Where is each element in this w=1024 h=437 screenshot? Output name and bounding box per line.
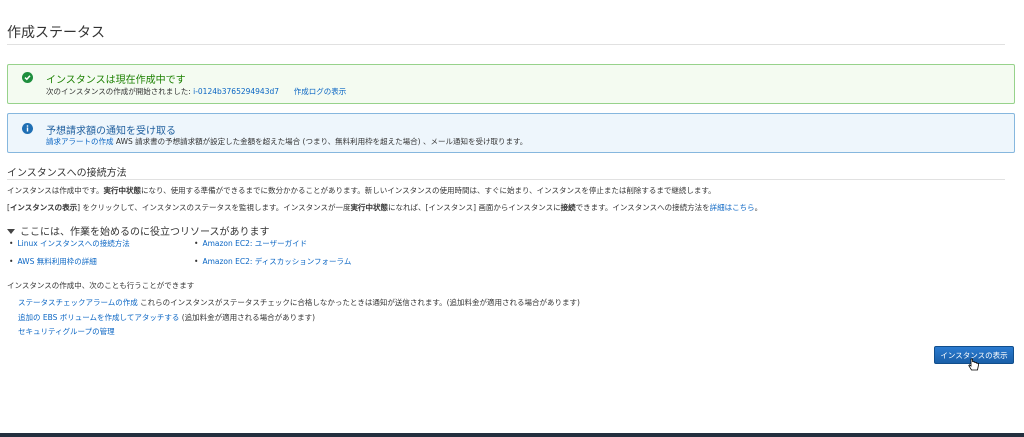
p2-running-state: 実行中状態 (350, 203, 389, 212)
list-item: • Amazon EC2: ディスカッションフォーラム (194, 257, 352, 266)
learn-more-link[interactable]: 詳細はこちら (710, 203, 755, 212)
section-divider (7, 179, 1005, 180)
also-item-status-alarm: ステータスチェックアラームの作成 これらのインスタンスがステータスチェックに合格… (18, 297, 580, 308)
p2-view-instances-bold: インスタンスの表示 (9, 203, 78, 212)
resources-toggle[interactable]: ここには、作業を始めるのに役立つリソースがあります (7, 223, 270, 238)
resources-title: ここには、作業を始めるのに役立つリソースがあります (20, 227, 270, 238)
billing-alert-heading: 予想請求額の通知を受け取る (46, 126, 176, 137)
connect-section-title: インスタンスへの接続方法 (7, 168, 127, 179)
connect-paragraph-1: インスタンスは作成中です。実行中状態になり、使用する準備ができるまでに数分かかる… (7, 185, 716, 196)
hand-pointer-icon (968, 358, 979, 371)
create-billing-alert-link[interactable]: 請求アラートの作成 (46, 137, 114, 146)
create-status-alarm-link[interactable]: ステータスチェックアラームの作成 (18, 298, 138, 307)
connect-paragraph-2: [インスタンスの表示] をクリックして、インスタンスのステータスを監視します。イ… (7, 202, 762, 213)
p2-text-c: ] をクリックして、インスタンスのステータスを監視します。インスタンスが一度 (77, 203, 351, 212)
bottom-bar (0, 433, 1024, 437)
resources-column-1: • Linux インスタンスへの接続方法 • AWS 無料利用枠の詳細 (9, 238, 130, 274)
list-item: • AWS 無料利用枠の詳細 (9, 257, 97, 266)
status-alarm-text: これらのインスタンスがステータスチェックに合格しなかったときは通知が送信されます… (137, 298, 580, 307)
caret-down-icon (7, 229, 15, 234)
p2-text-end: 。 (754, 203, 763, 212)
ec2-user-guide-link[interactable]: Amazon EC2: ユーザーガイド (202, 239, 307, 248)
success-alert-prefix: 次のインスタンスの作成が開始されました: (46, 87, 194, 96)
list-item: • Linux インスタンスへの接続方法 (9, 239, 130, 248)
p1-text-c: になり、使用する準備ができるまでに数分かかることがあります。新しいインスタンスの… (140, 186, 716, 195)
resources-column-2: • Amazon EC2: ユーザーガイド • Amazon EC2: ディスカッシ… (194, 238, 351, 274)
also-item-ebs: 追加の EBS ボリュームを作成してアタッチする (追加料金が適用される場合があ… (18, 312, 315, 323)
create-ebs-volume-link[interactable]: 追加の EBS ボリュームを作成してアタッチする (18, 313, 179, 322)
free-tier-details-link[interactable]: AWS 無料利用枠の詳細 (17, 257, 96, 266)
list-item: • Amazon EC2: ユーザーガイド (194, 239, 308, 248)
ec2-forum-link[interactable]: Amazon EC2: ディスカッションフォーラム (202, 257, 351, 266)
billing-alert-message: 請求アラートの作成 AWS 請求書の予想請求額が設定した金額を超えた場合 (つま… (46, 136, 527, 147)
linux-connect-link[interactable]: Linux インスタンスへの接続方法 (17, 239, 129, 248)
billing-info-alert: 予想請求額の通知を受け取る 請求アラートの作成 AWS 請求書の予想請求額が設定… (7, 113, 1015, 153)
instance-id-link[interactable]: i-0124b3765294943d7 (193, 87, 279, 96)
ebs-text: (追加料金が適用される場合があります) (179, 313, 316, 322)
title-divider (7, 44, 1005, 45)
billing-alert-text: AWS 請求書の予想請求額が設定した金額を超えた場合 (つまり、無料利用枠を超え… (113, 137, 528, 146)
p1-text-a: インスタンスは作成中です。 (7, 186, 104, 195)
p2-text-g: できます。インスタンスへの接続方法を (575, 203, 710, 212)
success-alert-message: 次のインスタンスの作成が開始されました: i-0124b3765294943d7… (46, 86, 346, 97)
check-circle-icon (22, 72, 33, 83)
p2-text-e: になれば、[インスタンス] 画面からインスタンスに (388, 203, 561, 212)
p2-connect-bold: 接続 (560, 203, 576, 212)
p1-running-state: 実行中状態 (103, 186, 141, 195)
also-section-title: インスタンスの作成中、次のことも行うことができます (7, 281, 195, 290)
view-launch-log-link[interactable]: 作成ログの表示 (294, 87, 347, 96)
manage-security-groups-link[interactable]: セキュリティグループの管理 (18, 327, 115, 336)
page-title: 作成ステータス (7, 25, 105, 41)
also-item-security-group: セキュリティグループの管理 (18, 326, 115, 337)
info-circle-icon (22, 123, 33, 134)
success-alert-heading: インスタンスは現在作成中です (46, 75, 186, 86)
success-alert: インスタンスは現在作成中です 次のインスタンスの作成が開始されました: i-01… (7, 64, 1015, 104)
